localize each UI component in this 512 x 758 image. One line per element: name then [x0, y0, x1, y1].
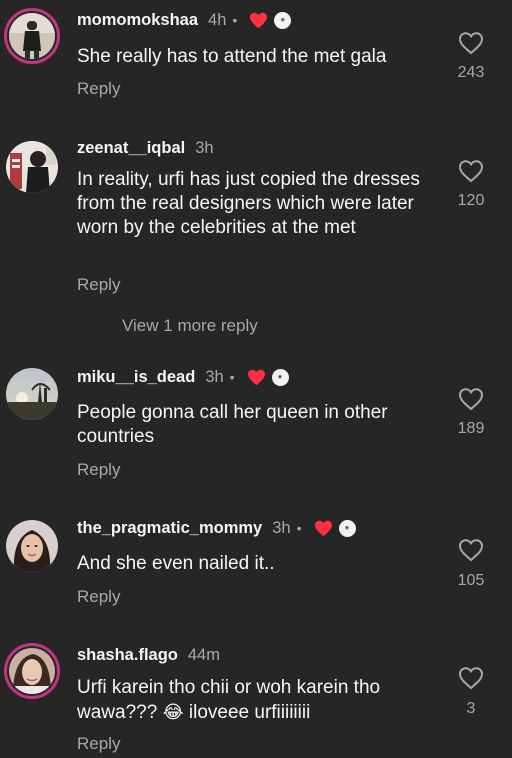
like-count: 189	[457, 420, 485, 437]
avatar[interactable]	[4, 8, 60, 64]
timestamp: 3h	[205, 368, 224, 386]
comments-list: momomokshaa 4h • ◉ She really has to att…	[0, 0, 512, 758]
creator-avatar-icon: ◉	[338, 519, 356, 537]
timestamp: 44m	[187, 646, 220, 664]
heart-outline-icon[interactable]	[458, 387, 484, 411]
comment-header: zeenat__iqbal 3h	[77, 138, 214, 158]
creator-avatar-icon: ◉	[271, 368, 289, 386]
comment-header: the_pragmatic_mommy 3h • ◉	[77, 518, 356, 538]
heart-outline-icon[interactable]	[458, 538, 484, 562]
comment-header: momomokshaa 4h • ◉	[77, 10, 292, 30]
comment-text: And she even nailed it..	[77, 553, 275, 574]
reply-button[interactable]: Reply	[77, 734, 120, 754]
comment-text: People gonna call her queen in other cou…	[77, 402, 388, 447]
timestamp: 4h	[208, 11, 227, 29]
username[interactable]: miku__is_dead	[77, 367, 195, 387]
username[interactable]: momomokshaa	[77, 10, 198, 30]
creator-avatar-icon: ◉	[274, 11, 292, 29]
comment-text-part: iloveee urfiiiiiiii	[188, 702, 311, 723]
like-count: 243	[457, 64, 485, 81]
comment-text: Urfi karein tho chii or woh karein tho w…	[77, 676, 427, 725]
avatar[interactable]	[6, 141, 58, 193]
separator-dot: •	[296, 520, 302, 536]
heart-filled-icon	[250, 12, 268, 28]
view-more-replies-button[interactable]: View 1 more reply	[122, 316, 258, 336]
heart-outline-icon[interactable]	[458, 31, 484, 55]
reply-button[interactable]: Reply	[77, 79, 120, 99]
like-count: 120	[457, 192, 485, 209]
avatar[interactable]	[6, 368, 58, 420]
separator-dot: •	[232, 12, 238, 28]
username[interactable]: the_pragmatic_mommy	[77, 518, 262, 538]
heart-filled-icon	[247, 369, 265, 385]
timestamp: 3h	[272, 519, 291, 537]
comment-header: miku__is_dead 3h • ◉	[77, 367, 289, 387]
separator-dot: •	[229, 369, 235, 385]
like-count: 105	[457, 572, 485, 589]
username[interactable]: shasha.flago	[77, 645, 178, 665]
comment-text: She really has to attend the met gala	[77, 46, 387, 67]
comment-header: shasha.flago 44m	[77, 645, 220, 665]
emoji: 😂	[162, 702, 184, 722]
username[interactable]: zeenat__iqbal	[77, 138, 185, 158]
like-count: 3	[466, 700, 476, 717]
comment-text: In reality, urfi has just copied the dre…	[77, 169, 420, 238]
avatar[interactable]	[6, 520, 58, 572]
heart-outline-icon[interactable]	[458, 159, 484, 183]
heart-outline-icon[interactable]	[458, 666, 484, 690]
avatar[interactable]	[4, 643, 60, 699]
reply-button[interactable]: Reply	[77, 587, 120, 607]
heart-filled-icon	[314, 520, 332, 536]
reply-button[interactable]: Reply	[77, 275, 120, 295]
reply-button[interactable]: Reply	[77, 460, 120, 480]
timestamp: 3h	[195, 139, 214, 157]
